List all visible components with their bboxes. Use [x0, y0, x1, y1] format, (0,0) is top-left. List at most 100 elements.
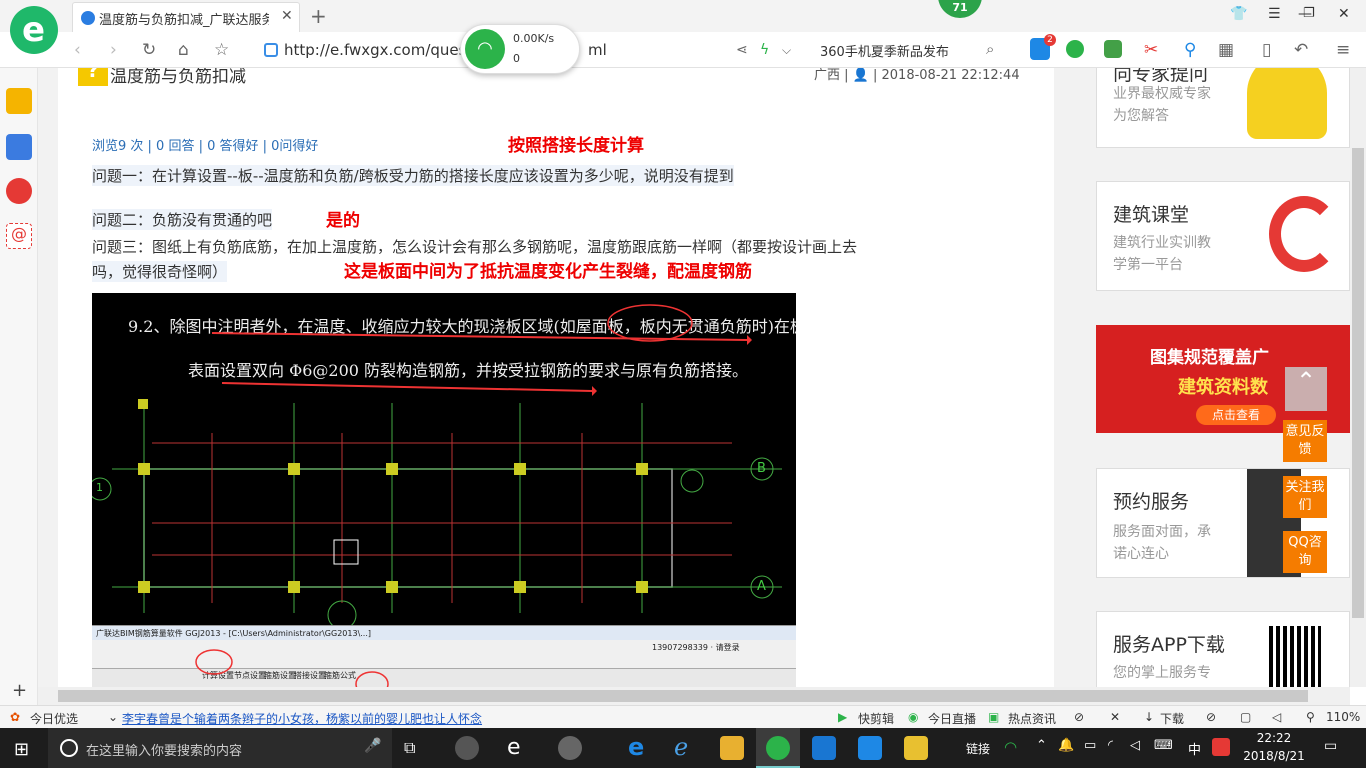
zoom-icon[interactable]: ⚲: [1306, 710, 1315, 724]
taskbar-search-box[interactable]: 在这里输入你要搜索的内容 🎤: [48, 728, 392, 768]
internet-explorer-icon[interactable]: ℯ: [674, 735, 698, 760]
zoom-level[interactable]: 110%: [1326, 710, 1360, 724]
horizontal-scroll-thumb[interactable]: [58, 690, 1308, 702]
browser-tab[interactable]: 温度筋与负筋扣减_广联达服务新 ✕: [72, 2, 300, 32]
cad-plan-svg: [92, 304, 782, 625]
chevron-down-icon[interactable]: ⌵: [782, 43, 791, 58]
news-ticker-link[interactable]: 李宇春曾是个输着两条辫子的小女孩，杨紫以前的婴儿肥也让人怀念: [122, 710, 482, 727]
cortana-icon: [60, 739, 78, 757]
new-tab-icon[interactable]: +: [310, 4, 327, 28]
file-explorer-icon[interactable]: [720, 736, 744, 760]
tab-favicon-icon: [81, 11, 95, 25]
question-mark-icon: ?: [78, 68, 108, 86]
pinwheel-app-icon[interactable]: [455, 736, 479, 760]
horizontal-scrollbar[interactable]: [38, 687, 1350, 705]
taskbar-link-label[interactable]: 链接: [966, 740, 990, 757]
network-speed-widget[interactable]: ◠ 0.00K/s 0: [460, 24, 580, 74]
skin-icon[interactable]: 👕: [1230, 6, 1247, 22]
app-notification-icon[interactable]: [558, 736, 582, 760]
guanglianda-icon[interactable]: [812, 736, 836, 760]
edge-browser-icon[interactable]: e: [628, 735, 652, 760]
refresh-icon[interactable]: ↻: [142, 40, 156, 60]
shield-icon[interactable]: [1066, 40, 1084, 58]
quick-edit-link[interactable]: 快剪辑: [858, 710, 894, 727]
annotation-temperature-rebar: 这是板面中间为了抵抗温度变化产生裂缝，配温度钢筋: [344, 262, 752, 282]
ime-indicator[interactable]: 中: [1188, 739, 1201, 758]
ie-e-icon[interactable]: e: [507, 736, 531, 760]
building-class-card[interactable]: 建筑课堂 建筑行业实训教 学第一平台: [1096, 181, 1350, 291]
more-menu-icon[interactable]: ≡: [1336, 40, 1350, 60]
scissors-icon[interactable]: ✂: [1144, 40, 1158, 60]
hot-news-icon: ▣: [988, 710, 1000, 724]
task-view-icon[interactable]: ⧉: [404, 738, 415, 758]
lightning-icon[interactable]: ϟ: [760, 42, 769, 58]
news-search-input[interactable]: 360手机夏季新品发布: [820, 41, 949, 60]
360-browser-icon[interactable]: [766, 736, 790, 760]
add-sidebar-icon[interactable]: +: [12, 680, 27, 701]
windows-taskbar: ⊞ 在这里输入你要搜索的内容 🎤 ⧉ e e ℯ 链接 ◠ ⌃ 🔔 ▭ ◜ ◁ …: [0, 728, 1366, 768]
share-icon[interactable]: ⋖: [736, 42, 748, 58]
email-icon[interactable]: @: [6, 223, 32, 249]
vertical-scrollbar[interactable]: [1350, 68, 1366, 687]
column: [288, 463, 300, 475]
plus-app-icon[interactable]: [858, 736, 882, 760]
forward-icon[interactable]: ›: [110, 40, 117, 60]
keyboard-icon[interactable]: ⌨: [1154, 738, 1173, 753]
weibo-icon[interactable]: [6, 178, 32, 204]
clean-icon[interactable]: ⊘: [1206, 710, 1216, 724]
column: [138, 463, 150, 475]
banner-button[interactable]: 点击查看: [1196, 405, 1276, 425]
tools-icon[interactable]: ✕: [1110, 710, 1120, 724]
ask-expert-card[interactable]: 向专家提问 业界最权威专家 为您解答: [1096, 68, 1350, 148]
favorite-star-icon[interactable]: ☆: [214, 40, 229, 60]
translate-icon[interactable]: [1104, 40, 1122, 58]
question-stats[interactable]: 浏览9 次 | 0 回答 | 0 答得好 | 0问得好: [92, 135, 318, 154]
follow-us-button[interactable]: 关注我们: [1283, 476, 1327, 518]
annotation-lap-length: 按照搭接长度计算: [508, 136, 644, 156]
phone-icon[interactable]: ▯: [1262, 40, 1271, 60]
software-screenshot[interactable]: 广联达BIM钢筋算量软件 GGJ2013 - [C:\Users\Adminis…: [92, 625, 796, 687]
favorites-star-icon[interactable]: [6, 88, 32, 114]
back-icon[interactable]: ‹: [74, 40, 81, 60]
volume-icon[interactable]: ◁: [1130, 738, 1140, 753]
search-icon[interactable]: ⌕: [986, 40, 994, 58]
menu-icon[interactable]: ☰: [1268, 6, 1281, 22]
feedback-button[interactable]: 意见反馈: [1283, 420, 1327, 462]
notification-badge[interactable]: 71: [938, 0, 982, 18]
axis-bubble-bottom: [327, 600, 357, 625]
clock-time[interactable]: 22:22: [1250, 731, 1298, 745]
slab-outline: [143, 468, 673, 588]
home-icon[interactable]: ⌂: [178, 40, 189, 60]
browser-logo-icon[interactable]: e: [10, 6, 58, 54]
tray-bell-icon[interactable]: 🔔: [1058, 738, 1074, 753]
hot-news-link[interactable]: 热点资讯: [1008, 710, 1056, 727]
sound-icon[interactable]: ◁: [1272, 710, 1281, 724]
tab-close-icon[interactable]: ✕: [281, 8, 293, 24]
undo-icon[interactable]: ↶: [1294, 40, 1308, 60]
microphone-icon[interactable]: 🎤: [364, 738, 381, 754]
wifi-tray-icon[interactable]: ◠: [1004, 738, 1017, 756]
magnifier-icon[interactable]: ⚲: [1184, 40, 1196, 60]
action-center-icon[interactable]: ▭: [1324, 738, 1337, 754]
sogou-ime-icon[interactable]: [1212, 738, 1230, 756]
live-link[interactable]: 今日直播: [928, 710, 976, 727]
clock-date[interactable]: 2018/8/21: [1240, 749, 1308, 763]
app-download-card[interactable]: 服务APP下载 您的掌上服务专: [1096, 611, 1350, 687]
daily-pick-label[interactable]: 今日优选: [30, 710, 78, 727]
reading-list-icon[interactable]: [6, 134, 32, 160]
network-icon[interactable]: ◜: [1108, 738, 1113, 753]
battery-icon[interactable]: ▭: [1084, 738, 1096, 753]
back-to-top-icon[interactable]: ⌃: [1285, 367, 1327, 411]
notes-app-icon[interactable]: [904, 736, 928, 760]
speed-icon[interactable]: ⊘: [1074, 710, 1084, 724]
cad-drawing-image[interactable]: 9.2、除图中注明者外，在温度、收缩应力较大的现浇板区域(如屋面板，板内无贯通负…: [92, 293, 796, 625]
windows-start-icon[interactable]: ⊞: [14, 739, 29, 760]
tray-expand-icon[interactable]: ⌃: [1036, 738, 1047, 753]
window-icon[interactable]: ▢: [1240, 710, 1251, 724]
close-window-icon[interactable]: ✕: [1338, 6, 1350, 22]
download-link[interactable]: 下载: [1160, 710, 1184, 727]
apps-grid-icon[interactable]: ▦: [1218, 40, 1234, 60]
vertical-scroll-thumb[interactable]: [1352, 148, 1364, 618]
restore-icon[interactable]: ❐: [1303, 6, 1315, 21]
qq-consult-button[interactable]: QQ咨询: [1283, 531, 1327, 573]
